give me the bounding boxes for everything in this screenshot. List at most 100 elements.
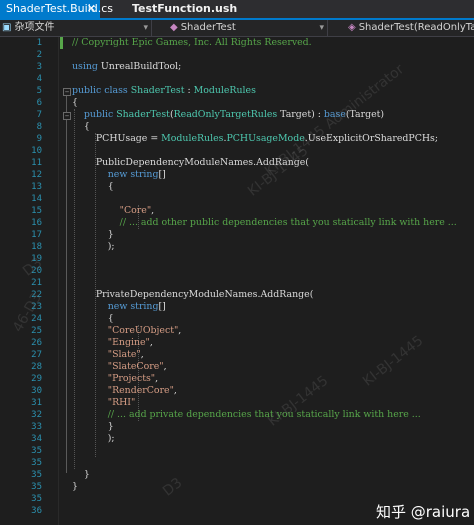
line-code: // Copyright Epic Games, Inc. All Rights… bbox=[72, 37, 312, 49]
code-token: ReadOnlyTargetRules bbox=[173, 109, 278, 120]
line-number: 26 bbox=[31, 338, 42, 348]
line-code: "RHI" bbox=[72, 397, 136, 409]
code-line[interactable]: 28 "SlateCore", bbox=[0, 361, 474, 373]
line-code: } bbox=[72, 469, 90, 481]
code-line[interactable]: 10 bbox=[0, 145, 474, 157]
code-line[interactable]: 19 bbox=[0, 253, 474, 265]
line-code: "Core", bbox=[72, 205, 154, 217]
code-line[interactable]: 35 } bbox=[0, 469, 474, 481]
code-token: "CoreUObject" bbox=[72, 325, 179, 336]
line-code: PCHUsage = ModuleRules.PCHUsageMode.UseE… bbox=[72, 133, 438, 145]
code-line[interactable]: 35 bbox=[0, 445, 474, 457]
line-code: public class ShaderTest : ModuleRules bbox=[72, 85, 256, 97]
line-number: 18 bbox=[31, 242, 42, 252]
line-code: { bbox=[72, 121, 90, 133]
code-token: PCHUsageMode bbox=[226, 133, 305, 144]
code-line[interactable]: 29 "Projects", bbox=[0, 373, 474, 385]
code-line[interactable]: 34 ); bbox=[0, 433, 474, 445]
code-line[interactable]: 35 bbox=[0, 457, 474, 469]
line-code: // ... add private dependencies that you… bbox=[72, 409, 421, 421]
line-code: using UnrealBuildTool; bbox=[72, 61, 181, 73]
line-code: PrivateDependencyModuleNames.AddRange( bbox=[72, 289, 314, 301]
code-line[interactable]: 11 PublicDependencyModuleNames.AddRange( bbox=[0, 157, 474, 169]
code-line[interactable]: 25 "CoreUObject", bbox=[0, 325, 474, 337]
line-number: 6 bbox=[36, 98, 42, 108]
tab-label: ShaderTest.Build.cs bbox=[6, 2, 114, 15]
code-line[interactable]: 5 public class ShaderTest : ModuleRules bbox=[0, 85, 474, 97]
line-code: // ... add other public dependencies tha… bbox=[72, 217, 457, 229]
tab-testfunction-ush[interactable]: TestFunction.ush bbox=[126, 0, 243, 18]
line-code: "Projects", bbox=[72, 373, 158, 385]
code-token: string bbox=[130, 301, 159, 312]
line-number: 27 bbox=[31, 350, 42, 360]
code-line[interactable]: 9 PCHUsage = ModuleRules.PCHUsageMode.Us… bbox=[0, 133, 474, 145]
code-line[interactable]: 21 bbox=[0, 277, 474, 289]
code-token: public bbox=[72, 85, 105, 96]
line-code: "CoreUObject", bbox=[72, 325, 182, 337]
line-code: } bbox=[72, 229, 114, 241]
code-line[interactable]: 22 PrivateDependencyModuleNames.AddRange… bbox=[0, 289, 474, 301]
code-line[interactable]: 6{ bbox=[0, 97, 474, 109]
code-token: string bbox=[130, 169, 159, 180]
code-line[interactable]: 4 bbox=[0, 73, 474, 85]
tab-shadertest-build-cs[interactable]: ShaderTest.Build.cs ✕ bbox=[0, 0, 113, 18]
code-token: } bbox=[72, 229, 114, 240]
code-line[interactable]: 1 // Copyright Epic Games, Inc. All Right… bbox=[0, 37, 474, 49]
code-editor[interactable]: − − 1// Copyright Epic Games, Inc. All R… bbox=[0, 37, 474, 525]
code-line[interactable]: 16 // ... add other public dependencies … bbox=[0, 217, 474, 229]
code-line[interactable]: 15 "Core", bbox=[0, 205, 474, 217]
line-number: 3 bbox=[36, 62, 42, 72]
code-line[interactable]: 27 "Slate", bbox=[0, 349, 474, 361]
code-line[interactable]: 35} bbox=[0, 481, 474, 493]
line-number: 35 bbox=[31, 470, 42, 480]
code-token: Target) : bbox=[277, 109, 324, 120]
line-code: "Slate", bbox=[72, 349, 144, 361]
code-line[interactable]: 13 { bbox=[0, 181, 474, 193]
code-token: [] bbox=[158, 301, 166, 312]
project-dropdown[interactable]: ▣ 杂项文件 ▾ bbox=[0, 20, 152, 36]
code-token: PrivateDependencyModuleNames.AddRange( bbox=[72, 289, 314, 300]
code-line[interactable]: 18 ); bbox=[0, 241, 474, 253]
code-line[interactable]: 26 "Engine", bbox=[0, 337, 474, 349]
line-code: } bbox=[72, 421, 114, 433]
code-line[interactable]: 12 new string[] bbox=[0, 169, 474, 181]
code-token: { bbox=[72, 181, 114, 192]
code-token: public bbox=[72, 109, 117, 120]
line-number: 17 bbox=[31, 230, 42, 240]
class-dropdown[interactable]: ◆ ShaderTest ▾ bbox=[160, 20, 328, 36]
member-dropdown[interactable]: ◈ShaderTest(ReadOnlyTargetRules Target) bbox=[336, 20, 474, 36]
document-tab-bar: ShaderTest.Build.cs ✕ TestFunction.ush bbox=[0, 0, 474, 20]
line-number: 33 bbox=[31, 422, 42, 432]
line-code: "RenderCore", bbox=[72, 385, 177, 397]
code-line[interactable]: 32 // ... add private dependencies that … bbox=[0, 409, 474, 421]
line-number: 21 bbox=[31, 278, 42, 288]
code-token: , bbox=[140, 349, 144, 360]
code-line[interactable]: 17 } bbox=[0, 229, 474, 241]
code-token: "Projects" bbox=[72, 373, 156, 384]
code-line[interactable]: 24 { bbox=[0, 313, 474, 325]
code-token: , bbox=[155, 373, 159, 384]
code-line[interactable]: 20 bbox=[0, 265, 474, 277]
code-line[interactable]: 7 public ShaderTest(ReadOnlyTargetRules … bbox=[0, 109, 474, 121]
code-line[interactable]: 8 { bbox=[0, 121, 474, 133]
code-token: "RHI" bbox=[72, 397, 136, 408]
code-line[interactable]: 14 bbox=[0, 193, 474, 205]
zhihu-watermark: 知乎 @raiura bbox=[376, 503, 471, 521]
code-line[interactable]: 23 new string[] bbox=[0, 301, 474, 313]
line-number: 35 bbox=[31, 458, 42, 468]
code-line[interactable]: 2 bbox=[0, 49, 474, 61]
close-icon[interactable]: ✕ bbox=[87, 0, 96, 18]
code-line[interactable]: 30 "RenderCore", bbox=[0, 385, 474, 397]
code-line[interactable]: 31 "RHI" bbox=[0, 397, 474, 409]
line-code: PublicDependencyModuleNames.AddRange( bbox=[72, 157, 309, 169]
code-token: { bbox=[72, 313, 114, 324]
chevron-down-icon: ▾ bbox=[143, 23, 148, 33]
line-number: 34 bbox=[31, 434, 42, 444]
code-token: , bbox=[151, 205, 155, 216]
code-line[interactable]: 3 using UnrealBuildTool; bbox=[0, 61, 474, 73]
code-line[interactable]: 33 } bbox=[0, 421, 474, 433]
member-label: ShaderTest(ReadOnlyTargetRules Target) bbox=[358, 22, 474, 33]
code-token: .UseExplicitOrSharedPCHs; bbox=[304, 133, 439, 144]
code-token: , bbox=[163, 361, 167, 372]
class-label: ShaderTest bbox=[180, 22, 236, 33]
